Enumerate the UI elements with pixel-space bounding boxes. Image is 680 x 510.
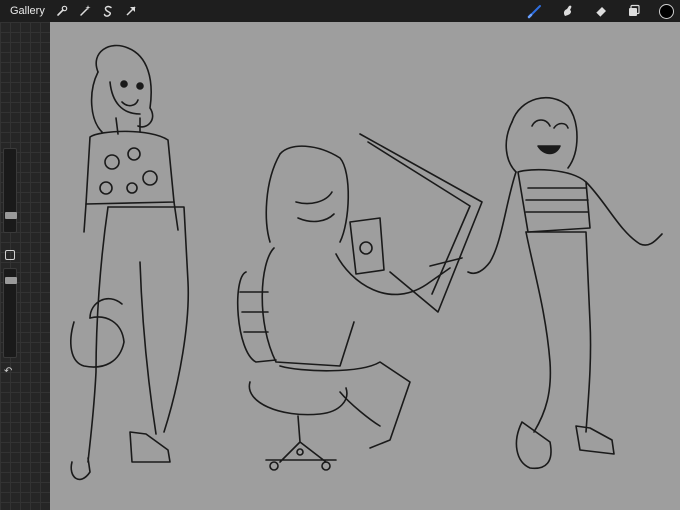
magic-wand-icon[interactable] <box>78 4 92 18</box>
sidebar: ↶ <box>3 148 17 398</box>
color-swatch[interactable] <box>659 3 674 19</box>
opacity-thumb[interactable] <box>5 277 17 284</box>
top-toolbar: Gallery <box>0 0 680 22</box>
layers-icon[interactable] <box>626 3 642 19</box>
figure-middle-sketch <box>236 133 483 471</box>
gallery-button[interactable]: Gallery <box>10 5 46 17</box>
drawing-canvas[interactable] <box>50 22 680 510</box>
transform-arrow-icon[interactable] <box>124 4 138 18</box>
undo-icon[interactable]: ↶ <box>4 366 12 377</box>
opacity-slider[interactable] <box>3 268 17 358</box>
sketch-artwork <box>70 44 663 481</box>
brush-size-thumb[interactable] <box>5 212 17 219</box>
figure-left-sketch <box>70 44 190 481</box>
wrench-icon[interactable] <box>55 4 69 18</box>
eraser-icon[interactable] <box>593 3 609 19</box>
brush-size-slider[interactable] <box>3 148 17 233</box>
brush-icon[interactable] <box>527 3 543 19</box>
figure-right-sketch <box>467 96 663 470</box>
modify-button[interactable] <box>5 250 15 260</box>
right-toolset <box>510 0 680 22</box>
smudge-icon[interactable] <box>560 3 576 19</box>
selection-s-icon[interactable] <box>101 4 115 18</box>
